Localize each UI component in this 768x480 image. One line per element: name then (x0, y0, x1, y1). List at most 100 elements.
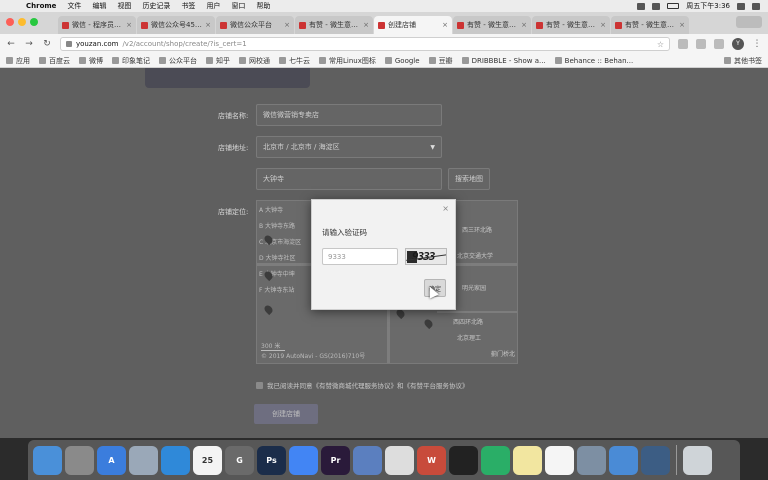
tab-close-icon[interactable]: × (679, 21, 685, 29)
tab-favicon-icon (62, 21, 69, 29)
bookmark-item[interactable]: 网校通 (239, 56, 270, 66)
menu-app-name[interactable]: Chrome (26, 2, 56, 10)
extension-icon[interactable] (678, 39, 688, 49)
back-icon[interactable]: ← (6, 39, 16, 49)
menu-bookmarks[interactable]: 书签 (181, 1, 195, 11)
bookmark-item[interactable]: 百度云 (39, 56, 70, 66)
wifi-icon[interactable] (637, 2, 646, 10)
street-input[interactable]: 大钟寺 (256, 168, 442, 190)
tab-active[interactable]: 创建店铺 × (374, 16, 452, 34)
profile-tab-button[interactable] (736, 16, 762, 28)
dock-chrome-icon[interactable] (289, 445, 318, 475)
tab[interactable]: 微信公众平台 × (216, 16, 294, 34)
extension-icon[interactable] (714, 39, 724, 49)
forward-icon[interactable]: → (24, 39, 34, 49)
dock-photoshop-icon[interactable]: Ps (257, 445, 286, 475)
shop-name-input[interactable]: 微信微营销专卖店 (256, 104, 442, 126)
map-pin-icon[interactable] (262, 303, 275, 316)
dock-safari-icon[interactable] (161, 445, 190, 475)
menu-edit[interactable]: 编辑 (92, 1, 106, 11)
tab-close-icon[interactable]: × (363, 21, 369, 29)
dock-launchpad-icon[interactable] (65, 445, 94, 475)
tab[interactable]: 微信公众号4567 - 设计× (137, 16, 215, 34)
address-bar[interactable]: youzan.com/v2/account/shop/create/?is_ce… (60, 37, 670, 51)
shop-name-label: 店铺名称: (218, 112, 249, 120)
bookmark-item[interactable]: 常用Linux图标 (319, 56, 376, 66)
reload-icon[interactable]: ↻ (42, 39, 52, 49)
dock-wps-icon[interactable]: W (417, 445, 446, 475)
dock-finder-icon[interactable] (33, 445, 62, 475)
close-window-button[interactable] (6, 18, 14, 26)
dock-wechat-icon[interactable] (481, 445, 510, 475)
dock-textedit-icon[interactable] (545, 445, 574, 475)
bookmark-item[interactable]: 应用 (6, 56, 30, 66)
tab-close-icon[interactable]: × (205, 21, 211, 29)
tab-close-icon[interactable]: × (521, 21, 527, 29)
dock-chrome-apps-icon[interactable] (609, 445, 638, 475)
menu-history[interactable]: 历史记录 (142, 1, 170, 11)
dock-preview-icon[interactable] (129, 445, 158, 475)
dock-app-store-icon[interactable]: A (97, 445, 126, 475)
tab[interactable]: 有赞 - 微生意, 用有赞× (611, 16, 689, 34)
dock-quicktime-icon[interactable] (641, 445, 670, 475)
tab[interactable]: 微信 - 程序员的职业和学校× (58, 16, 136, 34)
menu-help[interactable]: 帮助 (256, 1, 270, 11)
extension-icon[interactable] (696, 39, 706, 49)
bookmark-item[interactable]: 印象笔记 (112, 56, 150, 66)
create-shop-button[interactable]: 创建店铺 (254, 404, 318, 424)
other-bookmarks[interactable]: 其他书签 (724, 56, 762, 66)
minimize-window-button[interactable] (18, 18, 26, 26)
menu-people[interactable]: 用户 (206, 1, 220, 11)
bookmark-star-icon[interactable]: ☆ (657, 40, 664, 49)
dock-qq-browser-icon[interactable] (385, 445, 414, 475)
search-map-button[interactable]: 搜索地图 (448, 168, 490, 190)
agreement-checkbox[interactable] (256, 381, 263, 389)
captcha-image[interactable]: 9333 (405, 248, 447, 265)
dock-separator (676, 445, 677, 475)
search-icon[interactable] (737, 2, 745, 10)
more-menu-icon[interactable]: ⋮ (752, 39, 762, 49)
chevron-down-icon: ▼ (430, 143, 435, 151)
zoom-window-button[interactable] (30, 18, 38, 26)
bookmark-item[interactable]: Google (384, 57, 420, 65)
shop-address-label: 店铺地址: (218, 144, 249, 152)
dock-trash-icon[interactable] (683, 445, 712, 475)
apple-icon[interactable] (8, 2, 16, 10)
close-icon[interactable]: × (442, 204, 449, 213)
volume-icon[interactable] (652, 2, 661, 10)
bookmark-item[interactable]: 豆瓣 (428, 56, 453, 66)
bookmark-item[interactable]: DRIBBBLE - Show a... (461, 57, 546, 65)
tab-close-icon[interactable]: × (600, 21, 606, 29)
tab-close-icon[interactable]: × (284, 21, 290, 29)
profile-avatar[interactable]: Y (732, 38, 744, 50)
menu-view[interactable]: 视图 (117, 1, 131, 11)
dock-screenshot-icon[interactable] (577, 445, 606, 475)
tab-close-icon[interactable]: × (126, 21, 132, 29)
bookmark-item[interactable]: 微博 (79, 56, 103, 66)
bookmark-item[interactable]: 公众平台 (159, 56, 197, 66)
dock-calendar-icon[interactable]: 25 (193, 445, 222, 475)
region-select[interactable]: 北京市 / 北京市 / 海淀区 ▼ (256, 136, 442, 158)
bookmark-item[interactable]: 知乎 (206, 56, 230, 66)
menu-list-icon[interactable] (752, 2, 760, 10)
menu-file[interactable]: 文件 (67, 1, 81, 11)
tab[interactable]: 有赞 - 微生意, 用有赞× (532, 16, 610, 34)
tab-close-icon[interactable]: × (442, 21, 448, 29)
captcha-input[interactable]: 9333 (322, 248, 398, 265)
dock-qq-icon[interactable] (449, 445, 478, 475)
tab[interactable]: 有赞 - 微生意, 用有赞× (453, 16, 531, 34)
bookmark-item[interactable]: 七牛云 (279, 56, 310, 66)
bookmark-icon (112, 57, 119, 64)
dock-premiere-icon[interactable]: Pr (321, 445, 350, 475)
dock-g-app-icon[interactable]: G (225, 445, 254, 475)
tab[interactable]: 有赞 - 微生意, 用有赞× (295, 16, 373, 34)
menu-window[interactable]: 窗口 (231, 1, 245, 11)
bookmark-item[interactable]: Behance :: Behan... (554, 57, 633, 65)
agreement-text[interactable]: 我已阅读并同意《有赞微商城代理服务协议》和《有赞平台服务协议》 (267, 380, 469, 390)
map-label: 明光家园 (462, 285, 487, 292)
map-pin-icon[interactable] (422, 317, 435, 330)
dock-keynote-icon[interactable] (353, 445, 382, 475)
dock-notes-icon[interactable] (513, 445, 542, 475)
menubar-clock[interactable]: 周五下午3:36 (686, 1, 730, 11)
battery-icon[interactable] (667, 3, 680, 9)
